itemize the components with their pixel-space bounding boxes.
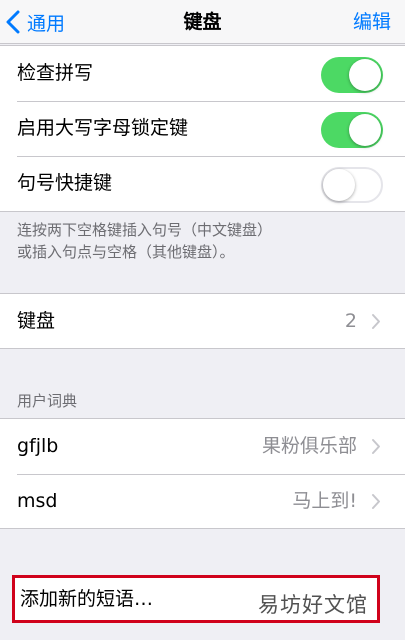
setting-row-spell-check: 检查拼写	[0, 46, 405, 101]
toggle-knob	[349, 59, 381, 91]
spell-check-toggle[interactable]	[321, 57, 383, 93]
edit-button[interactable]: 编辑	[353, 0, 391, 44]
dictionary-shortcut: gfjlb	[17, 435, 59, 457]
setting-row-period-shortcut: 句号快捷键	[0, 156, 405, 211]
chevron-right-icon	[372, 314, 380, 329]
chevron-right-icon	[372, 439, 380, 454]
period-shortcut-toggle[interactable]	[321, 167, 383, 203]
dictionary-phrase: 果粉俱乐部	[261, 435, 357, 457]
settings-group: 检查拼写 启用大写字母锁定键 句号快捷键	[0, 45, 405, 212]
toggle-knob	[349, 114, 381, 146]
footer-note-line: 或插入句点与空格（其他键盘）。	[17, 243, 235, 261]
toggle-knob	[323, 169, 355, 201]
setting-label: 句号快捷键	[17, 172, 113, 194]
keyboards-group: 键盘 2	[0, 293, 405, 349]
dictionary-row[interactable]: msd 马上到!	[0, 474, 405, 529]
dictionary-phrase: 马上到!	[292, 490, 357, 512]
navigation-bar: 通用 键盘 编辑	[0, 0, 405, 44]
chevron-right-icon	[372, 494, 380, 509]
caps-lock-toggle[interactable]	[321, 112, 383, 148]
settings-footer-note: 连按两下空格键插入句号（中文键盘） 或插入句点与空格（其他键盘）。	[17, 219, 397, 263]
add-phrase-label: 添加新的短语…	[20, 588, 154, 610]
dictionary-row[interactable]: gfjlb 果粉俱乐部	[0, 419, 405, 474]
user-dictionary-header: 用户词典	[17, 392, 78, 410]
setting-label: 检查拼写	[17, 62, 94, 84]
watermark-text: 易坊好文馆	[258, 593, 368, 617]
page-title: 键盘	[183, 11, 222, 33]
footer-note-line: 连按两下空格键插入句号（中文键盘）	[17, 221, 273, 239]
keyboards-count: 2	[344, 310, 357, 332]
setting-row-caps-lock: 启用大写字母锁定键	[0, 101, 405, 156]
keyboards-label: 键盘	[17, 310, 56, 332]
dictionary-shortcut: msd	[17, 490, 58, 512]
keyboards-row[interactable]: 键盘 2	[0, 294, 405, 349]
user-dictionary-group: gfjlb 果粉俱乐部 msd 马上到!	[0, 418, 405, 529]
setting-label: 启用大写字母锁定键	[17, 117, 189, 139]
